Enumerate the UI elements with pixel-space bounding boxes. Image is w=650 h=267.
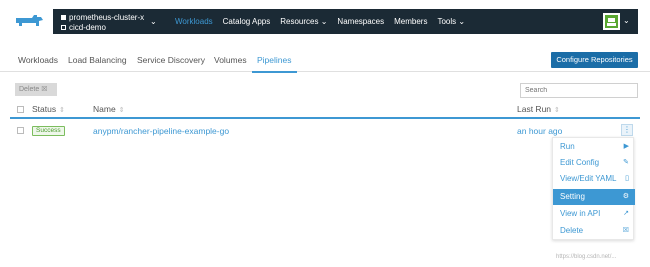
user-avatar-icon [603, 13, 620, 30]
delete-label: Delete [19, 86, 40, 93]
avatar[interactable] [603, 13, 620, 30]
trash-icon: ☒ [41, 86, 48, 93]
menu-item-view-in-api[interactable]: View in API ↗ [553, 206, 635, 222]
nav-workloads[interactable]: Workloads [175, 17, 213, 26]
sort-icon: ⇕ [554, 107, 560, 114]
column-status[interactable]: Status ⇕ [32, 104, 65, 114]
select-all-checkbox[interactable] [17, 106, 24, 113]
nav-members[interactable]: Members [394, 17, 427, 26]
main-nav: Workloads Catalog Apps Resources ⌄ Names… [175, 9, 475, 34]
watermark: https://blog.csdn.net/... [556, 254, 617, 260]
menu-item-view-edit-yaml[interactable]: View/Edit YAML ▯ [553, 171, 635, 187]
project-icon [61, 25, 66, 31]
tab-service-discovery[interactable]: Service Discovery [137, 55, 205, 65]
row-actions-dropdown: Run ▶ Edit Config ✎ View/Edit YAML ▯ Set… [552, 137, 635, 240]
gear-icon: ⚙ [622, 193, 629, 200]
project-name: cicd-demo [69, 23, 106, 32]
menu-item-delete[interactable]: Delete ☒ [553, 223, 635, 239]
status-badge: Success [32, 126, 65, 136]
table-header-divider [10, 117, 640, 119]
configure-repositories-button[interactable]: Configure Repositories [551, 52, 638, 68]
menu-item-setting[interactable]: Setting ⚙ [553, 189, 635, 205]
pencil-icon: ✎ [623, 159, 629, 166]
table-header: Status ⇕ Name ⇕ Last Run ⇕ [0, 100, 650, 118]
cluster-name: prometheus-cluster-x [69, 13, 145, 22]
kebab-icon: ⋮ [623, 125, 631, 134]
tab-workloads[interactable]: Workloads [18, 55, 58, 65]
search-input[interactable] [520, 83, 638, 98]
cluster-project-switcher[interactable]: prometheus-cluster-x cicd-demo ⌄ [61, 11, 166, 32]
row-checkbox[interactable] [17, 127, 24, 134]
tab-pipelines[interactable]: Pipelines [257, 55, 292, 65]
pipeline-name-link[interactable]: anypm/rancher-pipeline-example-go [93, 126, 229, 136]
menu-item-run[interactable]: Run ▶ [553, 139, 635, 155]
last-run-link[interactable]: an hour ago [517, 126, 562, 136]
column-last-run[interactable]: Last Run ⇕ [517, 104, 560, 114]
top-nav-bar: prometheus-cluster-x cicd-demo ⌄ Workloa… [53, 9, 638, 34]
tab-load-balancing[interactable]: Load Balancing [68, 55, 127, 65]
nav-namespaces[interactable]: Namespaces [337, 17, 384, 26]
sort-icon: ⇕ [59, 107, 65, 114]
rancher-logo-icon[interactable] [12, 12, 46, 30]
bulk-delete-button[interactable]: Delete ☒ [15, 83, 57, 96]
file-icon: ▯ [625, 175, 629, 182]
trash-icon: ☒ [622, 227, 629, 234]
nav-catalog-apps[interactable]: Catalog Apps [223, 17, 271, 26]
sort-icon: ⇕ [118, 107, 125, 114]
play-icon: ▶ [623, 143, 629, 150]
active-tab-indicator [252, 71, 297, 73]
chevron-down-icon: ⌄ [150, 17, 157, 26]
chevron-down-icon[interactable]: ⌄ [623, 16, 630, 25]
column-name[interactable]: Name ⇕ [93, 104, 125, 114]
app-header: prometheus-cluster-x cicd-demo ⌄ Workloa… [0, 0, 650, 40]
nav-resources[interactable]: Resources ⌄ [280, 17, 327, 26]
external-link-icon: ↗ [623, 210, 629, 217]
tab-volumes[interactable]: Volumes [214, 55, 247, 65]
row-actions-menu-button[interactable]: ⋮ [621, 124, 633, 136]
nav-tools[interactable]: Tools ⌄ [437, 17, 465, 26]
menu-item-edit-config[interactable]: Edit Config ✎ [553, 155, 635, 171]
cluster-icon [61, 15, 66, 21]
